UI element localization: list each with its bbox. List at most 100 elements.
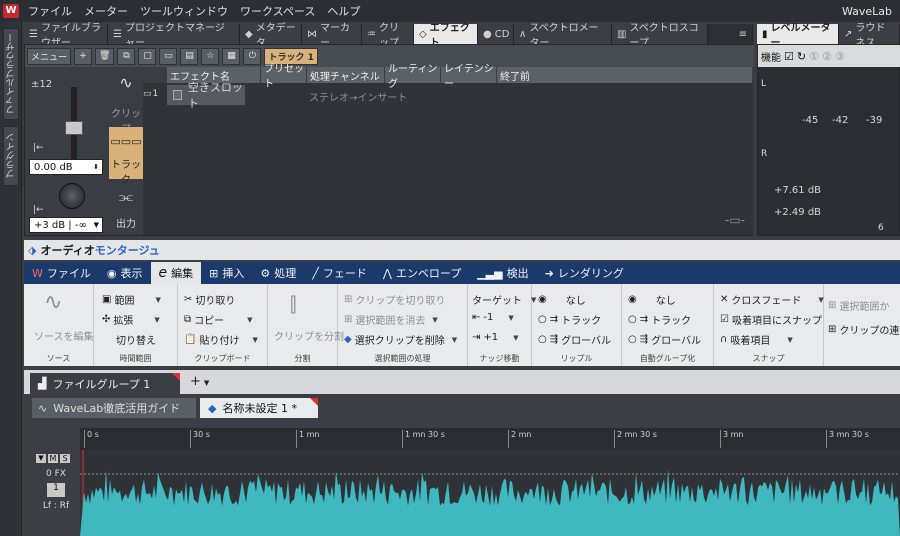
col-preset[interactable]: プリセット [261, 64, 307, 90]
refresh-icon[interactable]: ↻ [797, 50, 806, 63]
add-group-button[interactable]: + ▼ [190, 374, 209, 389]
waveform-area[interactable] [80, 450, 900, 536]
spectro-icon: ∧ [519, 28, 527, 40]
tab-metadata[interactable]: ◆メタデータ [240, 23, 302, 49]
track-number[interactable]: 1 [47, 483, 65, 497]
tab-marker[interactable]: ⋈マーカー [302, 23, 362, 49]
tab-level-meter[interactable]: ▮レベルメーター [757, 23, 839, 49]
split-clip-button[interactable]: クリップを分割 [274, 328, 344, 343]
selection-range-button[interactable]: ⊞ 選択範囲か [828, 298, 889, 313]
slot-2-icon[interactable]: ② [822, 50, 832, 63]
ribbon-tab-envelope[interactable]: ⋀ エンベロープ [375, 262, 469, 284]
delete-clip-button[interactable]: ◆ 選択クリップを削除 ▼ [344, 332, 457, 347]
gear-icon: ⚙ [260, 266, 271, 280]
side-tab-plugins[interactable]: プラグイン [3, 126, 19, 186]
ribbon-tab-fade[interactable]: ╱ フェード [304, 262, 375, 284]
erase-range-button[interactable]: ⊞ 選択範囲を消去 ▼ [344, 312, 438, 327]
cut-button[interactable]: ✂ 切り取り [184, 292, 235, 307]
paste-button[interactable]: 📋 貼り付け ▼ [184, 332, 258, 347]
slot-checkbox[interactable] [173, 90, 182, 100]
autogroup-track-radio[interactable]: ○ ⇉ トラック [628, 312, 691, 327]
tab-clip[interactable]: ♒クリップ [362, 23, 414, 49]
tab-project-manager[interactable]: ☰プロジェクトマネージャー [108, 23, 240, 49]
crossfade-button[interactable]: ✕ クロスフェード ▼ [720, 292, 824, 307]
side-tab-file-browser[interactable]: ファイルブラウザー [3, 28, 19, 120]
ribbon-tab-view[interactable]: ◉ 表示 [99, 262, 151, 284]
source-edit-button[interactable]: ソースを編集 [34, 328, 94, 343]
group-ripple: ◉ なし ○ ⇉ トラック ○ ⇶ グローバル リップル [532, 284, 622, 366]
add-icon[interactable]: + [74, 47, 93, 65]
copy-button[interactable]: ⧉ コピー ▼ [184, 312, 253, 327]
check-icon[interactable]: ☑ [784, 50, 794, 63]
star-icon[interactable]: ☆ [201, 47, 220, 65]
nudge-plus-button[interactable]: ⇥ +1 ▼ [472, 332, 519, 343]
switch-button[interactable]: 切り替え [116, 332, 156, 347]
output-split-icon[interactable]: ⫘ [109, 187, 143, 207]
snap-item-button[interactable]: ∩ 吸着項目 ▼ [720, 332, 793, 347]
db-value-field[interactable]: 0.00 dB ⬍ [29, 159, 103, 175]
col-channel[interactable]: 処理チャンネル [307, 67, 385, 83]
clip-wave-icon[interactable]: ∿ [111, 73, 141, 97]
tab-loudness[interactable]: ↗ラウドネス [839, 23, 900, 49]
document-icon[interactable]: ▦ [222, 47, 241, 65]
menu-button[interactable]: メニュー [27, 47, 72, 65]
save-icon[interactable]: ▤ [180, 47, 199, 65]
pan-knob[interactable] [59, 183, 85, 209]
tab-spectrometer[interactable]: ∧スペクトロメーター [514, 23, 612, 49]
stepper-icon[interactable]: ⬍ [93, 163, 102, 171]
gain-fader-handle[interactable] [65, 121, 83, 135]
copy-icon[interactable]: ⧉ [117, 47, 136, 65]
autogroup-none-radio[interactable]: ◉ なし [628, 292, 676, 307]
file-group-tab[interactable]: ▟ ファイルグループ 1 [30, 373, 180, 394]
nudge-minus-button[interactable]: ⇤ -1 ▼ [472, 312, 514, 323]
time-ruler[interactable]: 0 s 30 s 1 mn 1 mn 30 s 2 mn 2 mn 30 s 3 mn 3 m… [80, 428, 900, 450]
track-menu-icon[interactable]: ▼ [36, 454, 46, 463]
wavelab-logo[interactable]: W [0, 0, 22, 22]
montage-timeline: 0 s 30 s 1 mn 1 mn 30 s 2 mn 2 mn 30 s 3 mn 3 m… [24, 420, 900, 536]
ribbon-tab-insert[interactable]: ⊞ 挿入 [201, 262, 252, 284]
menu-file[interactable]: ファイル [22, 3, 78, 19]
col-latency[interactable]: レイテンシー [441, 64, 497, 90]
slot-3-icon[interactable]: ③ [835, 50, 845, 63]
ribbon-tab-file[interactable]: W ファイル [24, 262, 99, 284]
menu-workspace[interactable]: ワークスペース [234, 3, 321, 19]
snap-checkbox[interactable]: ☑ 吸着項目にスナップ [720, 312, 822, 327]
ribbon-tab-render[interactable]: ➜ レンダリング [537, 262, 632, 284]
menu-meter[interactable]: メーター [78, 3, 134, 19]
tab-overflow[interactable]: ≡ [708, 24, 753, 44]
menu-help[interactable]: ヘルプ [321, 3, 366, 19]
range-button[interactable]: ▣ 範囲 ▼ [102, 292, 161, 307]
tab-spectroscope[interactable]: ▥スペクトロスコープ [612, 23, 708, 49]
cut-clip-button[interactable]: ⊞ クリップを切り取り [344, 292, 445, 307]
autogroup-global-radio[interactable]: ○ ⇶ グローバル [628, 332, 701, 347]
empty-slot-row[interactable]: 空きスロット [167, 81, 245, 110]
col-tail[interactable]: 終了前 [497, 67, 753, 83]
ribbon-tab-process[interactable]: ⚙ 処理 [252, 262, 304, 284]
track-mode-button[interactable]: ▭▭▭ トラック [109, 127, 143, 186]
col-routing[interactable]: ルーティング [385, 64, 441, 90]
ribbon-tab-edit[interactable]: e 編集 [150, 262, 202, 284]
target-select[interactable]: ターゲット ▼ [472, 292, 536, 308]
ripple-global-radio[interactable]: ○ ⇶ グローバル [538, 332, 611, 347]
pan-value-select[interactable]: +3 dB | -∞ ▼ [29, 217, 103, 233]
function-button[interactable]: 機能 [761, 49, 781, 64]
ripple-none-radio[interactable]: ◉ なし [538, 292, 586, 307]
paste-icon[interactable]: ▢ [138, 47, 157, 65]
tab-cd[interactable]: ● CD [478, 24, 514, 44]
mute-button[interactable]: M [48, 454, 58, 463]
ripple-track-radio[interactable]: ○ ⇉ トラック [538, 312, 601, 327]
power-icon[interactable]: ⏻ [243, 47, 262, 65]
doc-tab-guide[interactable]: ∿ WaveLab徹底活用ガイド [32, 398, 196, 418]
expand-button[interactable]: ✣ 拡張 ▼ [102, 312, 160, 327]
ribbon-tab-detect[interactable]: ▁▃▅ 検出 [469, 262, 536, 284]
clip-link-button[interactable]: ⊞クリップの連続 [828, 322, 900, 337]
slot-1-icon[interactable]: ① [809, 50, 819, 63]
tab-file-browser[interactable]: ☰ファイルブラウザー [24, 23, 108, 49]
group-label-split: 分割 [294, 354, 311, 363]
solo-button[interactable]: S [60, 454, 70, 463]
doc-tab-untitled[interactable]: ◆ 名称未設定 1 * [200, 398, 318, 418]
tab-effect[interactable]: ◇エフェクト [414, 23, 478, 49]
open-folder-icon[interactable]: ▭ [159, 47, 178, 65]
menu-toolwindow[interactable]: ツールウィンドウ [134, 3, 234, 19]
trash-icon[interactable]: 🗑 [95, 47, 115, 65]
